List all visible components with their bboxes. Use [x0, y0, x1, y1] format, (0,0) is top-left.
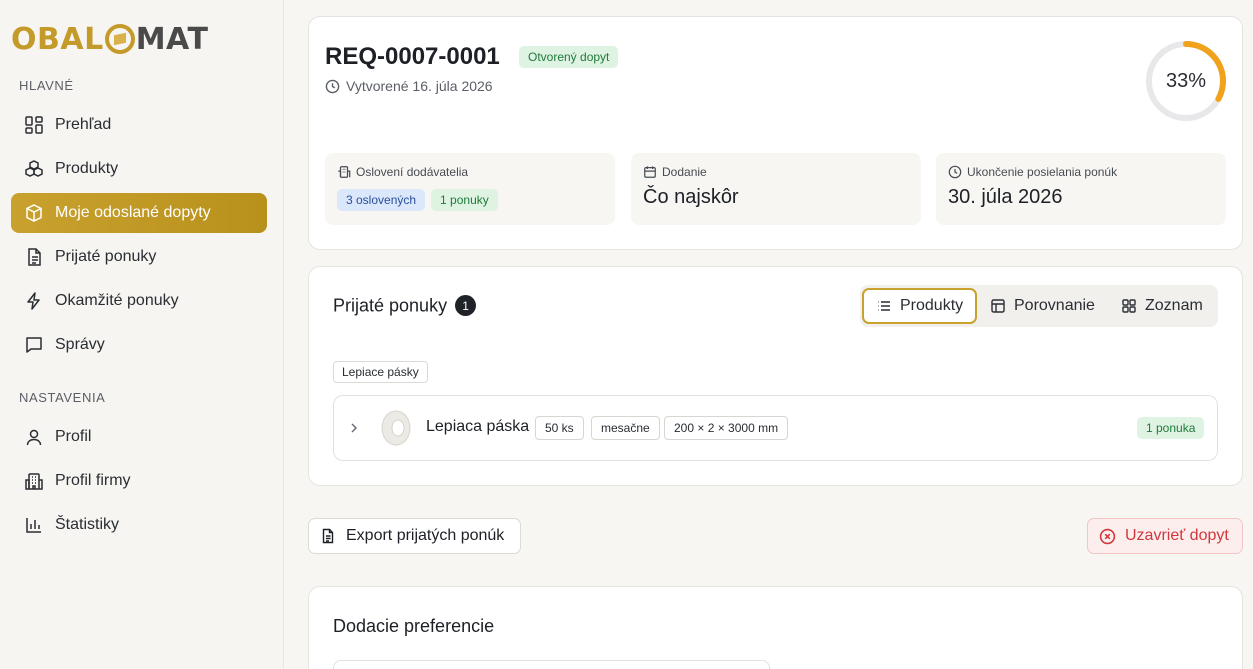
- logo-box-icon: [104, 24, 135, 54]
- sidebar-item-products[interactable]: Produkty: [11, 149, 267, 189]
- export-offers-button[interactable]: Export prijatých ponúk: [308, 518, 521, 554]
- category-tag: Lepiace pásky: [333, 361, 428, 383]
- delivery-preferences-panel: [333, 660, 770, 669]
- close-request-label: Uzavrieť dopyt: [1125, 527, 1229, 544]
- created-date: Vytvorené 16. júla 2026: [325, 78, 493, 94]
- frequency-pill: mesačne: [591, 416, 660, 440]
- building-icon: [25, 473, 43, 490]
- view-comparison-label: Porovnanie: [1014, 297, 1095, 314]
- sidebar-item-label: Prehľad: [55, 116, 112, 133]
- message-icon: [26, 337, 42, 353]
- obalomat-logo[interactable]: OBAL MAT: [11, 21, 209, 57]
- sidebar-item-label: Prijaté ponuky: [55, 248, 157, 265]
- sidebar-item-messages[interactable]: Správy: [11, 325, 267, 365]
- sidebar-item-my-requests[interactable]: Moje odoslané dopyty: [11, 193, 267, 233]
- suppliers-label-text: Oslovení dodávatelia: [356, 165, 469, 179]
- sidebar-item-label: Produkty: [55, 160, 119, 177]
- sidebar-item-label: Moje odoslané dopyty: [55, 204, 211, 221]
- lightning-icon: [27, 292, 40, 310]
- dimensions-pill: 200 × 2 × 3000 mm: [664, 416, 789, 440]
- sidebar-item-label: Profil: [55, 428, 92, 445]
- grid-icon: [1122, 299, 1136, 313]
- section-label-settings: NASTAVENIA: [19, 390, 106, 405]
- product-offers-badge: 1 ponuka: [1137, 417, 1205, 439]
- sidebar-item-label: Správy: [55, 336, 105, 353]
- close-circle-icon: [1099, 528, 1116, 544]
- boxes-icon: [25, 160, 43, 177]
- product-row[interactable]: Lepiaca páska 50 ks mesačne 200 × 2 × 30…: [333, 395, 1218, 461]
- delivery-preferences-title: Dodacie preferencie: [333, 616, 495, 636]
- received-offers-heading: Prijaté ponuky 1: [333, 295, 477, 317]
- deadline-box: Ukončenie posielania ponúk 30. júla 2026: [936, 153, 1226, 225]
- progress-label: 33%: [1165, 69, 1207, 92]
- sidebar-item-label: Štatistiky: [55, 516, 120, 533]
- view-list-label: Zoznam: [1145, 297, 1203, 314]
- view-comparison-button[interactable]: Porovnanie: [990, 288, 1095, 324]
- delivery-preferences-card: Dodacie preferencie: [308, 586, 1243, 669]
- package-send-icon: [26, 204, 42, 222]
- delivery-box: Dodanie Čo najskôr: [631, 153, 921, 225]
- sidebar-item-overview[interactable]: Prehľad: [11, 105, 267, 145]
- product-name[interactable]: Lepiaca páska: [426, 418, 529, 436]
- sidebar-item-company-profile[interactable]: Profil firmy: [11, 461, 267, 501]
- deadline-value: 30. júla 2026: [948, 186, 1063, 208]
- deadline-label: Ukončenie posielania ponúk: [948, 165, 1117, 179]
- sidebar-item-profile[interactable]: Profil: [11, 417, 267, 457]
- sidebar-item-label: Okamžité ponuky: [55, 292, 179, 309]
- sidebar-item-label: Profil firmy: [55, 472, 131, 489]
- delivery-label-text: Dodanie: [662, 165, 707, 179]
- sidebar: OBAL MAT HLAVNÉ Prehľad Produkty Moje odo…: [0, 0, 284, 669]
- list-icon: [878, 301, 890, 311]
- suppliers-label: Oslovení dodávatelia: [337, 165, 468, 179]
- request-id: REQ-0007-0001: [325, 43, 500, 70]
- building-icon: [338, 166, 351, 178]
- clock-icon: [325, 79, 340, 93]
- delivery-value: Čo najskôr: [643, 186, 739, 208]
- close-request-button[interactable]: Uzavrieť dopyt: [1087, 518, 1243, 554]
- logo-text-left: OBAL: [11, 21, 104, 57]
- view-products-label: Produkty: [900, 297, 964, 314]
- table-icon: [991, 299, 1005, 313]
- status-badge: Otvorený dopyt: [519, 46, 619, 68]
- document-icon: [322, 528, 334, 544]
- suppliers-box: Oslovení dodávatelia 3 oslovených 1 ponu…: [325, 153, 615, 225]
- created-date-text: Vytvorené 16. júla 2026: [346, 78, 493, 94]
- dashboard-icon: [25, 116, 43, 134]
- contacted-suppliers-chip: 3 oslovených: [337, 189, 426, 211]
- view-list-button[interactable]: Zoznam: [1121, 288, 1203, 324]
- sidebar-item-instant-offers[interactable]: Okamžité ponuky: [11, 281, 267, 321]
- clock-icon: [948, 165, 962, 179]
- user-icon: [26, 429, 42, 446]
- delivery-label: Dodanie: [643, 165, 707, 179]
- view-products-button[interactable]: Produkty: [862, 288, 978, 324]
- quantity-pill: 50 ks: [535, 416, 584, 440]
- export-offers-label: Export prijatých ponúk: [346, 527, 505, 544]
- offers-count-chip: 1 ponuky: [431, 189, 498, 211]
- logo-text-right: MAT: [135, 21, 209, 57]
- document-icon: [28, 248, 41, 266]
- sidebar-item-received-offers[interactable]: Prijaté ponuky: [11, 237, 267, 277]
- section-label-main: HLAVNÉ: [19, 78, 74, 93]
- view-switcher: Produkty Porovnanie Zoznam: [860, 285, 1218, 327]
- request-summary-card: REQ-0007-0001 Otvorený dopyt Vytvorené 1…: [308, 16, 1243, 250]
- chevron-right-icon[interactable]: [348, 421, 360, 435]
- bar-chart-icon: [26, 518, 41, 533]
- sidebar-item-statistics[interactable]: Štatistiky: [11, 505, 267, 545]
- tape-roll-image: [381, 410, 411, 446]
- offers-count-badge: 1: [455, 295, 477, 316]
- calendar-icon: [644, 166, 656, 178]
- deadline-label-text: Ukončenie posielania ponúk: [967, 165, 1118, 179]
- received-offers-title: Prijaté ponuky: [333, 295, 448, 316]
- received-offers-card: Prijaté ponuky 1 Produkty Porovnanie Zozn…: [308, 266, 1243, 486]
